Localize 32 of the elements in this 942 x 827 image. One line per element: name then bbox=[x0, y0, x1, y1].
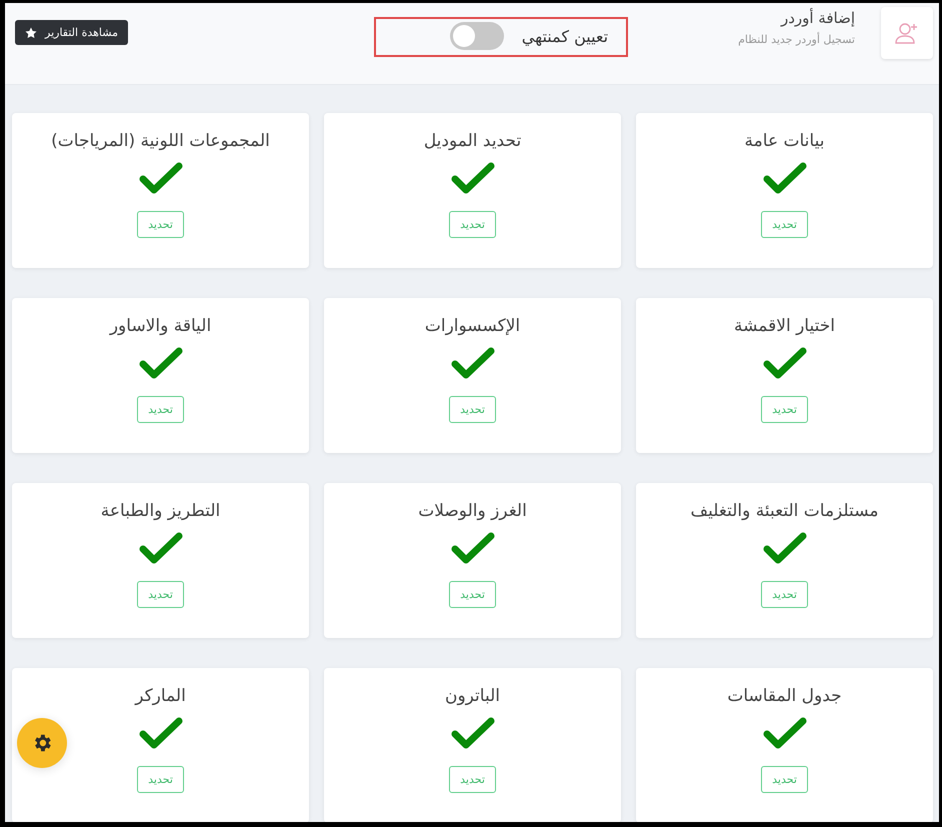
card-title: الياقة والاساور bbox=[110, 316, 212, 336]
select-button[interactable]: تحديد bbox=[449, 211, 496, 238]
select-button[interactable]: تحديد bbox=[761, 766, 808, 793]
star-icon bbox=[25, 26, 37, 38]
select-button[interactable]: تحديد bbox=[761, 211, 808, 238]
page-subtitle: تسجيل أوردر جديد للنظام bbox=[738, 33, 855, 46]
select-button[interactable]: تحديد bbox=[761, 396, 808, 423]
card-title: بيانات عامة bbox=[744, 131, 824, 151]
card-title: جدول المقاسات bbox=[727, 686, 842, 706]
card-title: المجموعات اللونية (المرياجات) bbox=[51, 131, 270, 151]
page-title: إضافة أوردر bbox=[779, 9, 855, 27]
user-add-icon bbox=[894, 21, 920, 45]
select-button[interactable]: تحديد bbox=[137, 581, 184, 608]
reports-button[interactable]: مشاهدة التقارير bbox=[15, 20, 128, 45]
card-title: الباترون bbox=[444, 686, 500, 706]
finished-toggle[interactable] bbox=[450, 22, 504, 50]
toggle-label: تعيين كمنتهي bbox=[522, 26, 608, 46]
select-button[interactable]: تحديد bbox=[137, 211, 184, 238]
card-title: الإكسسوارات bbox=[424, 316, 520, 336]
select-button[interactable]: تحديد bbox=[449, 766, 496, 793]
card-title: تحديد الموديل bbox=[424, 131, 522, 151]
select-button[interactable]: تحديد bbox=[449, 396, 496, 423]
card-title: مستلزمات التعبئة والتغليف bbox=[690, 501, 878, 521]
select-button[interactable]: تحديد bbox=[761, 581, 808, 608]
add-user-button[interactable] bbox=[881, 7, 933, 59]
card-title: الغرز والوصلات bbox=[418, 501, 527, 521]
card-title: اختيار الاقمشة bbox=[734, 316, 835, 336]
select-button[interactable]: تحديد bbox=[137, 766, 184, 793]
card-title: التطريز والطباعة bbox=[100, 501, 220, 521]
card-title: الماركر bbox=[135, 686, 186, 706]
select-button[interactable]: تحديد bbox=[449, 581, 496, 608]
select-button[interactable]: تحديد bbox=[137, 396, 184, 423]
